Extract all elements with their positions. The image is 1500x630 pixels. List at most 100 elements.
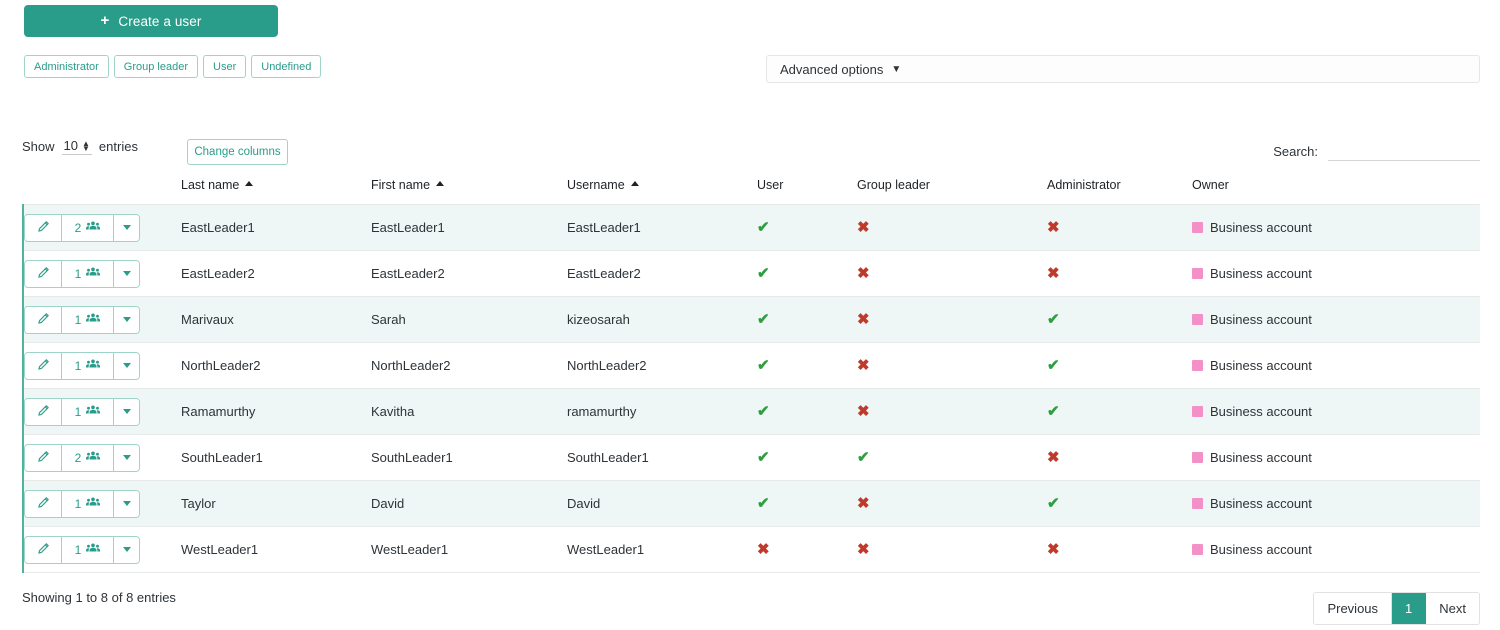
column-header-administrator[interactable]: Administrator bbox=[1047, 178, 1192, 205]
cell-admin-flag: ✔ bbox=[1047, 297, 1192, 343]
row-menu-toggle[interactable] bbox=[113, 306, 139, 333]
cell-admin-flag: ✔ bbox=[1047, 343, 1192, 389]
owner-color-swatch bbox=[1192, 498, 1203, 509]
row-menu-toggle[interactable] bbox=[113, 398, 139, 425]
table-row: 1 Marivaux Sarah kizeosarah ✔ ✖ ✔ Business acco… bbox=[23, 296, 1480, 343]
pencil-icon bbox=[37, 266, 50, 282]
user-groups-button[interactable]: 2 bbox=[61, 444, 113, 471]
row-menu-toggle[interactable] bbox=[113, 214, 139, 241]
change-columns-button[interactable]: Change columns bbox=[187, 139, 288, 165]
column-header-actions bbox=[23, 178, 181, 205]
cell-first: David bbox=[371, 496, 405, 511]
cross-icon: ✖ bbox=[857, 541, 870, 558]
cell-owner: Business account bbox=[1192, 389, 1480, 435]
group-count-label: 1 bbox=[74, 542, 82, 557]
role-filter-user[interactable]: User bbox=[203, 55, 247, 78]
sort-ascending-icon bbox=[436, 181, 445, 186]
owner-color-swatch bbox=[1192, 452, 1203, 463]
pagination-page-1[interactable]: 1 bbox=[1392, 593, 1427, 624]
user-groups-button[interactable]: 1 bbox=[61, 352, 113, 379]
cell-user-flag: ✔ bbox=[757, 389, 857, 435]
user-groups-button[interactable]: 2 bbox=[61, 214, 113, 241]
cross-icon: ✖ bbox=[1047, 449, 1060, 466]
row-action-group: 1 bbox=[24, 351, 140, 380]
search-area: Search: bbox=[1273, 141, 1480, 161]
cell-owner: Business account bbox=[1192, 297, 1480, 343]
column-header-group-leader[interactable]: Group leader bbox=[857, 178, 1047, 205]
edit-user-button[interactable] bbox=[25, 536, 61, 563]
pencil-icon bbox=[37, 312, 50, 328]
cross-icon: ✖ bbox=[857, 265, 870, 282]
table-row: 1 Ramamurthy Kavitha ramamurthy ✔ ✖ ✔ Business … bbox=[23, 388, 1480, 435]
cell-username: SouthLeader1 bbox=[567, 450, 649, 465]
row-action-group: 1 bbox=[24, 259, 140, 288]
edit-user-button[interactable] bbox=[25, 490, 61, 517]
group-count-label: 1 bbox=[74, 404, 82, 419]
cell-first: EastLeader1 bbox=[371, 220, 445, 235]
cross-icon: ✖ bbox=[1047, 265, 1060, 282]
user-groups-button[interactable]: 1 bbox=[61, 490, 113, 517]
pagination-next[interactable]: Next bbox=[1426, 593, 1479, 624]
column-header-label: First name bbox=[371, 178, 431, 192]
edit-user-button[interactable] bbox=[25, 352, 61, 379]
row-menu-toggle[interactable] bbox=[113, 260, 139, 287]
group-count-label: 1 bbox=[74, 312, 82, 327]
pagination-previous[interactable]: Previous bbox=[1314, 593, 1393, 624]
cross-icon: ✖ bbox=[1047, 219, 1060, 236]
owner-color-swatch bbox=[1192, 314, 1203, 325]
role-filter-group-leader[interactable]: Group leader bbox=[113, 55, 199, 78]
user-groups-button[interactable]: 1 bbox=[61, 398, 113, 425]
column-header-username[interactable]: Username bbox=[567, 178, 757, 205]
row-menu-toggle[interactable] bbox=[113, 490, 139, 517]
row-menu-toggle[interactable] bbox=[113, 444, 139, 471]
cell-first: NorthLeader2 bbox=[371, 358, 451, 373]
entries-per-page-select[interactable]: 10 ▲ ▼ bbox=[61, 138, 92, 155]
cell-group-flag: ✖ bbox=[857, 527, 1047, 573]
cell-username: WestLeader1 bbox=[567, 542, 645, 557]
cell-username: EastLeader1 bbox=[567, 220, 641, 235]
edit-user-button[interactable] bbox=[25, 306, 61, 333]
users-group-icon bbox=[86, 266, 101, 281]
chevron-down-icon: ▼ bbox=[891, 64, 902, 75]
table-row: 2 SouthLeader1 SouthLeader1 SouthLeader1 ✔ ✔ ✖… bbox=[23, 434, 1480, 481]
pencil-icon bbox=[37, 496, 50, 512]
cell-first: SouthLeader1 bbox=[371, 450, 453, 465]
role-filter-label: Undefined bbox=[261, 60, 312, 73]
users-table-head: Last name First name Username User Group… bbox=[23, 178, 1480, 205]
caret-down-icon bbox=[122, 501, 131, 506]
cell-last: Taylor bbox=[181, 496, 216, 511]
role-filter-undefined[interactable]: Undefined bbox=[251, 55, 322, 78]
owner-color-swatch bbox=[1192, 222, 1203, 233]
user-groups-button[interactable]: 1 bbox=[61, 260, 113, 287]
cell-user-flag: ✔ bbox=[757, 343, 857, 389]
user-groups-button[interactable]: 1 bbox=[61, 306, 113, 333]
owner-label: Business account bbox=[1210, 404, 1312, 419]
edit-user-button[interactable] bbox=[25, 398, 61, 425]
cell-last: EastLeader1 bbox=[181, 220, 255, 235]
row-actions-cell: 2 bbox=[23, 205, 181, 251]
column-header-user[interactable]: User bbox=[757, 178, 857, 205]
edit-user-button[interactable] bbox=[25, 444, 61, 471]
pencil-icon bbox=[37, 220, 50, 236]
column-header-first-name[interactable]: First name bbox=[371, 178, 567, 205]
create-user-button[interactable]: + Create a user bbox=[24, 5, 278, 37]
cross-icon: ✖ bbox=[857, 403, 870, 420]
caret-down-icon bbox=[122, 317, 131, 322]
row-menu-toggle[interactable] bbox=[113, 352, 139, 379]
cell-owner: Business account bbox=[1192, 527, 1480, 573]
role-filter-group: Administrator Group leader User Undefine… bbox=[24, 55, 322, 78]
cell-first: Kavitha bbox=[371, 404, 415, 419]
row-actions-cell: 1 bbox=[23, 527, 181, 573]
advanced-options-toggle[interactable]: Advanced options ▼ bbox=[766, 55, 1480, 83]
cell-group-flag: ✖ bbox=[857, 205, 1047, 251]
edit-user-button[interactable] bbox=[25, 214, 61, 241]
column-header-label: Last name bbox=[181, 178, 240, 192]
column-header-owner[interactable]: Owner bbox=[1192, 178, 1480, 205]
row-menu-toggle[interactable] bbox=[113, 536, 139, 563]
user-groups-button[interactable]: 1 bbox=[61, 536, 113, 563]
check-icon: ✔ bbox=[757, 357, 770, 374]
search-input[interactable] bbox=[1328, 141, 1480, 161]
role-filter-administrator[interactable]: Administrator bbox=[24, 55, 109, 78]
edit-user-button[interactable] bbox=[25, 260, 61, 287]
column-header-last-name[interactable]: Last name bbox=[181, 178, 371, 205]
